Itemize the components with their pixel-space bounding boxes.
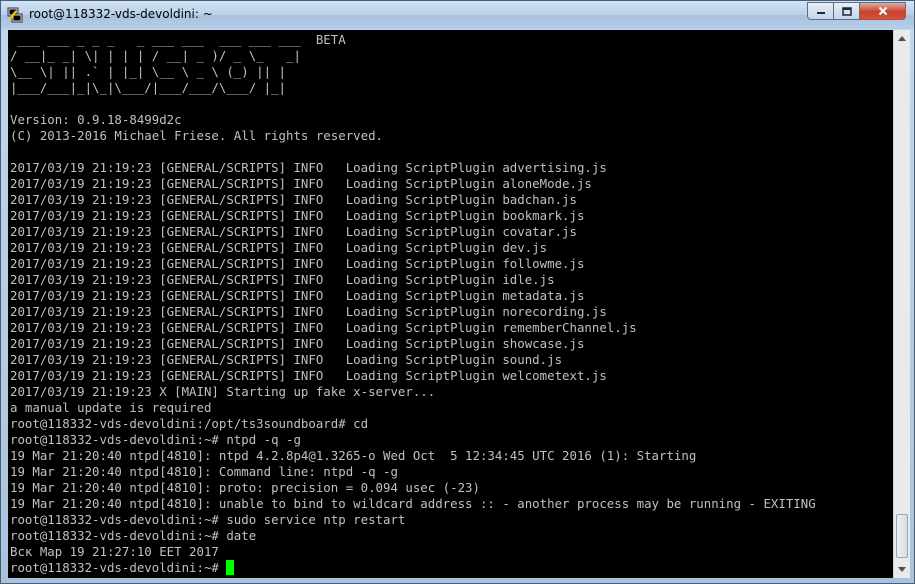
terminal-line: root@118332-vds-devoldini:~# ntpd -q -g (10, 432, 301, 447)
scroll-down-arrow-icon (898, 567, 906, 572)
terminal-line: 2017/03/19 21:19:23 [GENERAL/SCRIPTS] IN… (10, 336, 585, 351)
close-icon (878, 6, 887, 16)
text-cursor[interactable] (226, 560, 235, 575)
close-button[interactable] (859, 2, 906, 20)
terminal-line: a manual update is required (10, 400, 212, 415)
minimize-icon (816, 12, 825, 14)
terminal-line: Вск Мар 19 21:27:10 EET 2017 (10, 544, 219, 559)
terminal-line: root@118332-vds-devoldini:/opt/ts3soundb… (10, 416, 369, 431)
terminal-line: 2017/03/19 21:19:23 [GENERAL/SCRIPTS] IN… (10, 240, 548, 255)
terminal-line: Version: 0.9.18-8499d2c (10, 112, 182, 127)
terminal-line: ___ ___ _ _ _ _ ___ ___ ___ ___ ___ BETA (10, 32, 346, 47)
title-bar[interactable]: root@118332-vds-devoldini: ~ (1, 1, 914, 29)
putty-icon[interactable] (7, 7, 23, 23)
terminal-line: (C) 2013-2016 Michael Friese. All rights… (10, 128, 383, 143)
terminal-line: \__ \| || .` | |_| \__ \ _ \ (_) || | (10, 64, 287, 79)
terminal-line: 2017/03/19 21:19:23 [GENERAL/SCRIPTS] IN… (10, 352, 563, 367)
terminal-line: |___/___|_|\_|\___/|___/___/\___/ |_| (10, 80, 287, 95)
scrollbar-thumb[interactable] (896, 514, 908, 558)
scroll-up-button[interactable] (894, 30, 910, 47)
terminal-line: 2017/03/19 21:19:23 [GENERAL/SCRIPTS] IN… (10, 160, 607, 175)
terminal-line: 2017/03/19 21:19:23 [GENERAL/SCRIPTS] IN… (10, 304, 607, 319)
terminal-line: 2017/03/19 21:19:23 [GENERAL/SCRIPTS] IN… (10, 192, 577, 207)
terminal-line: 2017/03/19 21:19:23 [GENERAL/SCRIPTS] IN… (10, 288, 585, 303)
maximize-button[interactable] (833, 2, 860, 20)
terminal-line: 2017/03/19 21:19:23 [GENERAL/SCRIPTS] IN… (10, 208, 585, 223)
terminal-line: 2017/03/19 21:19:23 [GENERAL/SCRIPTS] IN… (10, 368, 607, 383)
terminal-line: / __|_ _| \| | | | / __| _ )/ _ \_ _| (10, 48, 301, 63)
terminal-line: 19 Mar 21:20:40 ntpd[4810]: proto: preci… (10, 480, 480, 495)
terminal-text: ___ ___ _ _ _ _ ___ ___ ___ ___ ___ BETA… (10, 32, 816, 576)
terminal-window: root@118332-vds-devoldini: ~ ___ ___ _ _… (0, 0, 915, 584)
minimize-button[interactable] (807, 2, 834, 20)
terminal-line: 19 Mar 21:20:40 ntpd[4810]: unable to bi… (10, 496, 816, 511)
shell-prompt: root@118332-vds-devoldini:~# (10, 560, 227, 575)
terminal-line: root@118332-vds-devoldini:~# sudo servic… (10, 512, 406, 527)
window-title: root@118332-vds-devoldini: ~ (29, 7, 213, 21)
terminal-line: 2017/03/19 21:19:23 [GENERAL/SCRIPTS] IN… (10, 256, 585, 271)
terminal-line: 2017/03/19 21:19:23 [GENERAL/SCRIPTS] IN… (10, 176, 592, 191)
terminal-line: 2017/03/19 21:19:23 [GENERAL/SCRIPTS] IN… (10, 224, 577, 239)
terminal-line: 19 Mar 21:20:40 ntpd[4810]: ntpd 4.2.8p4… (10, 448, 697, 463)
terminal-line: root@118332-vds-devoldini:~# date (10, 528, 257, 543)
vertical-scrollbar[interactable] (893, 30, 910, 578)
scroll-down-button[interactable] (894, 561, 910, 578)
scroll-up-arrow-icon (898, 36, 906, 41)
terminal-prompt-line: root@118332-vds-devoldini:~# (10, 560, 816, 576)
terminal-line: 19 Mar 21:20:40 ntpd[4810]: Command line… (10, 464, 398, 479)
terminal-line: 2017/03/19 21:19:23 [GENERAL/SCRIPTS] IN… (10, 320, 637, 335)
terminal-line: 2017/03/19 21:19:23 [GENERAL/SCRIPTS] IN… (10, 272, 555, 287)
terminal-line: 2017/03/19 21:19:23 X [MAIN] Starting up… (10, 384, 436, 399)
terminal-output[interactable]: ___ ___ _ _ _ _ ___ ___ ___ ___ ___ BETA… (8, 30, 893, 578)
maximize-icon (841, 6, 852, 16)
